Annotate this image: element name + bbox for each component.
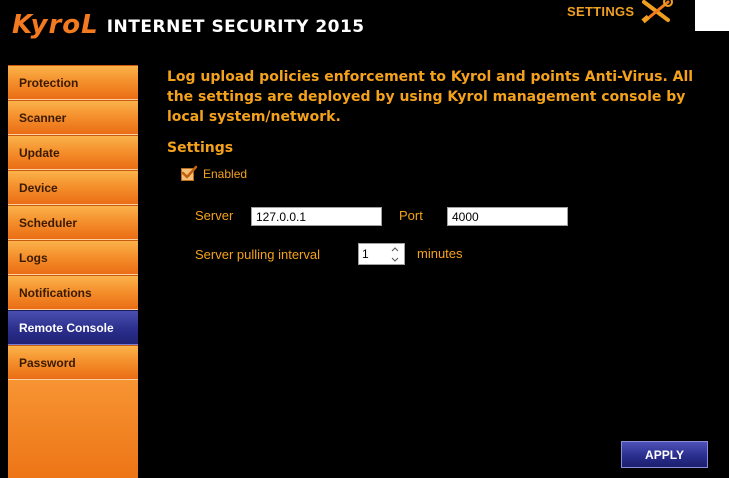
stepper-up-button[interactable] — [386, 244, 404, 254]
apply-button[interactable]: APPLY — [621, 441, 708, 468]
brand-header: KyroL INTERNET SECURITY 2015 — [12, 8, 365, 40]
interval-stepper[interactable]: 1 — [358, 243, 405, 265]
sidebar-item-notifications[interactable]: Notifications — [8, 275, 138, 310]
interval-label: Server pulling interval — [195, 247, 321, 262]
chevron-up-icon — [391, 246, 399, 251]
sidebar-fill — [8, 380, 138, 478]
product-title: INTERNET SECURITY 2015 — [106, 17, 365, 37]
sidebar-item-scheduler[interactable]: Scheduler — [8, 205, 138, 240]
server-label: Server — [195, 208, 234, 223]
sidebar-item-logs[interactable]: Logs — [8, 240, 138, 275]
interval-value[interactable]: 1 — [359, 244, 386, 264]
server-input[interactable] — [251, 207, 382, 226]
sidebar: Protection Scanner Update Device Schedul… — [8, 65, 138, 478]
page-description: Log upload policies enforcement to Kyrol… — [167, 69, 694, 125]
stepper-arrows — [386, 244, 404, 264]
sidebar-item-remote-console[interactable]: Remote Console — [8, 310, 138, 345]
enabled-label: Enabled — [203, 167, 248, 181]
chevron-down-icon — [391, 257, 399, 262]
window-corner — [695, 0, 729, 31]
wrench-screwdriver-icon[interactable] — [638, 0, 678, 24]
sidebar-item-device[interactable]: Device — [8, 170, 138, 205]
stepper-down-button[interactable] — [386, 254, 404, 264]
enabled-checkbox[interactable] — [181, 165, 198, 181]
settings-link[interactable]: SETTINGS — [567, 0, 673, 24]
port-label: Port — [399, 208, 423, 223]
sidebar-item-password[interactable]: Password — [8, 345, 138, 380]
checkmark-icon — [181, 165, 198, 178]
enabled-checkbox-row[interactable]: Enabled — [181, 165, 248, 181]
brand-logo: KyroL — [12, 10, 99, 40]
app-window: KyroL INTERNET SECURITY 2015 SETTINGS Pr… — [0, 0, 729, 478]
interval-unit-label: minutes — [417, 246, 463, 261]
sidebar-item-update[interactable]: Update — [8, 135, 138, 170]
settings-label: SETTINGS — [567, 3, 635, 19]
section-title: Settings — [167, 140, 234, 156]
sidebar-item-scanner[interactable]: Scanner — [8, 100, 138, 135]
sidebar-item-protection[interactable]: Protection — [8, 65, 138, 100]
port-input[interactable] — [447, 207, 568, 226]
main-content: Log upload policies enforcement to Kyrol… — [167, 67, 707, 265]
